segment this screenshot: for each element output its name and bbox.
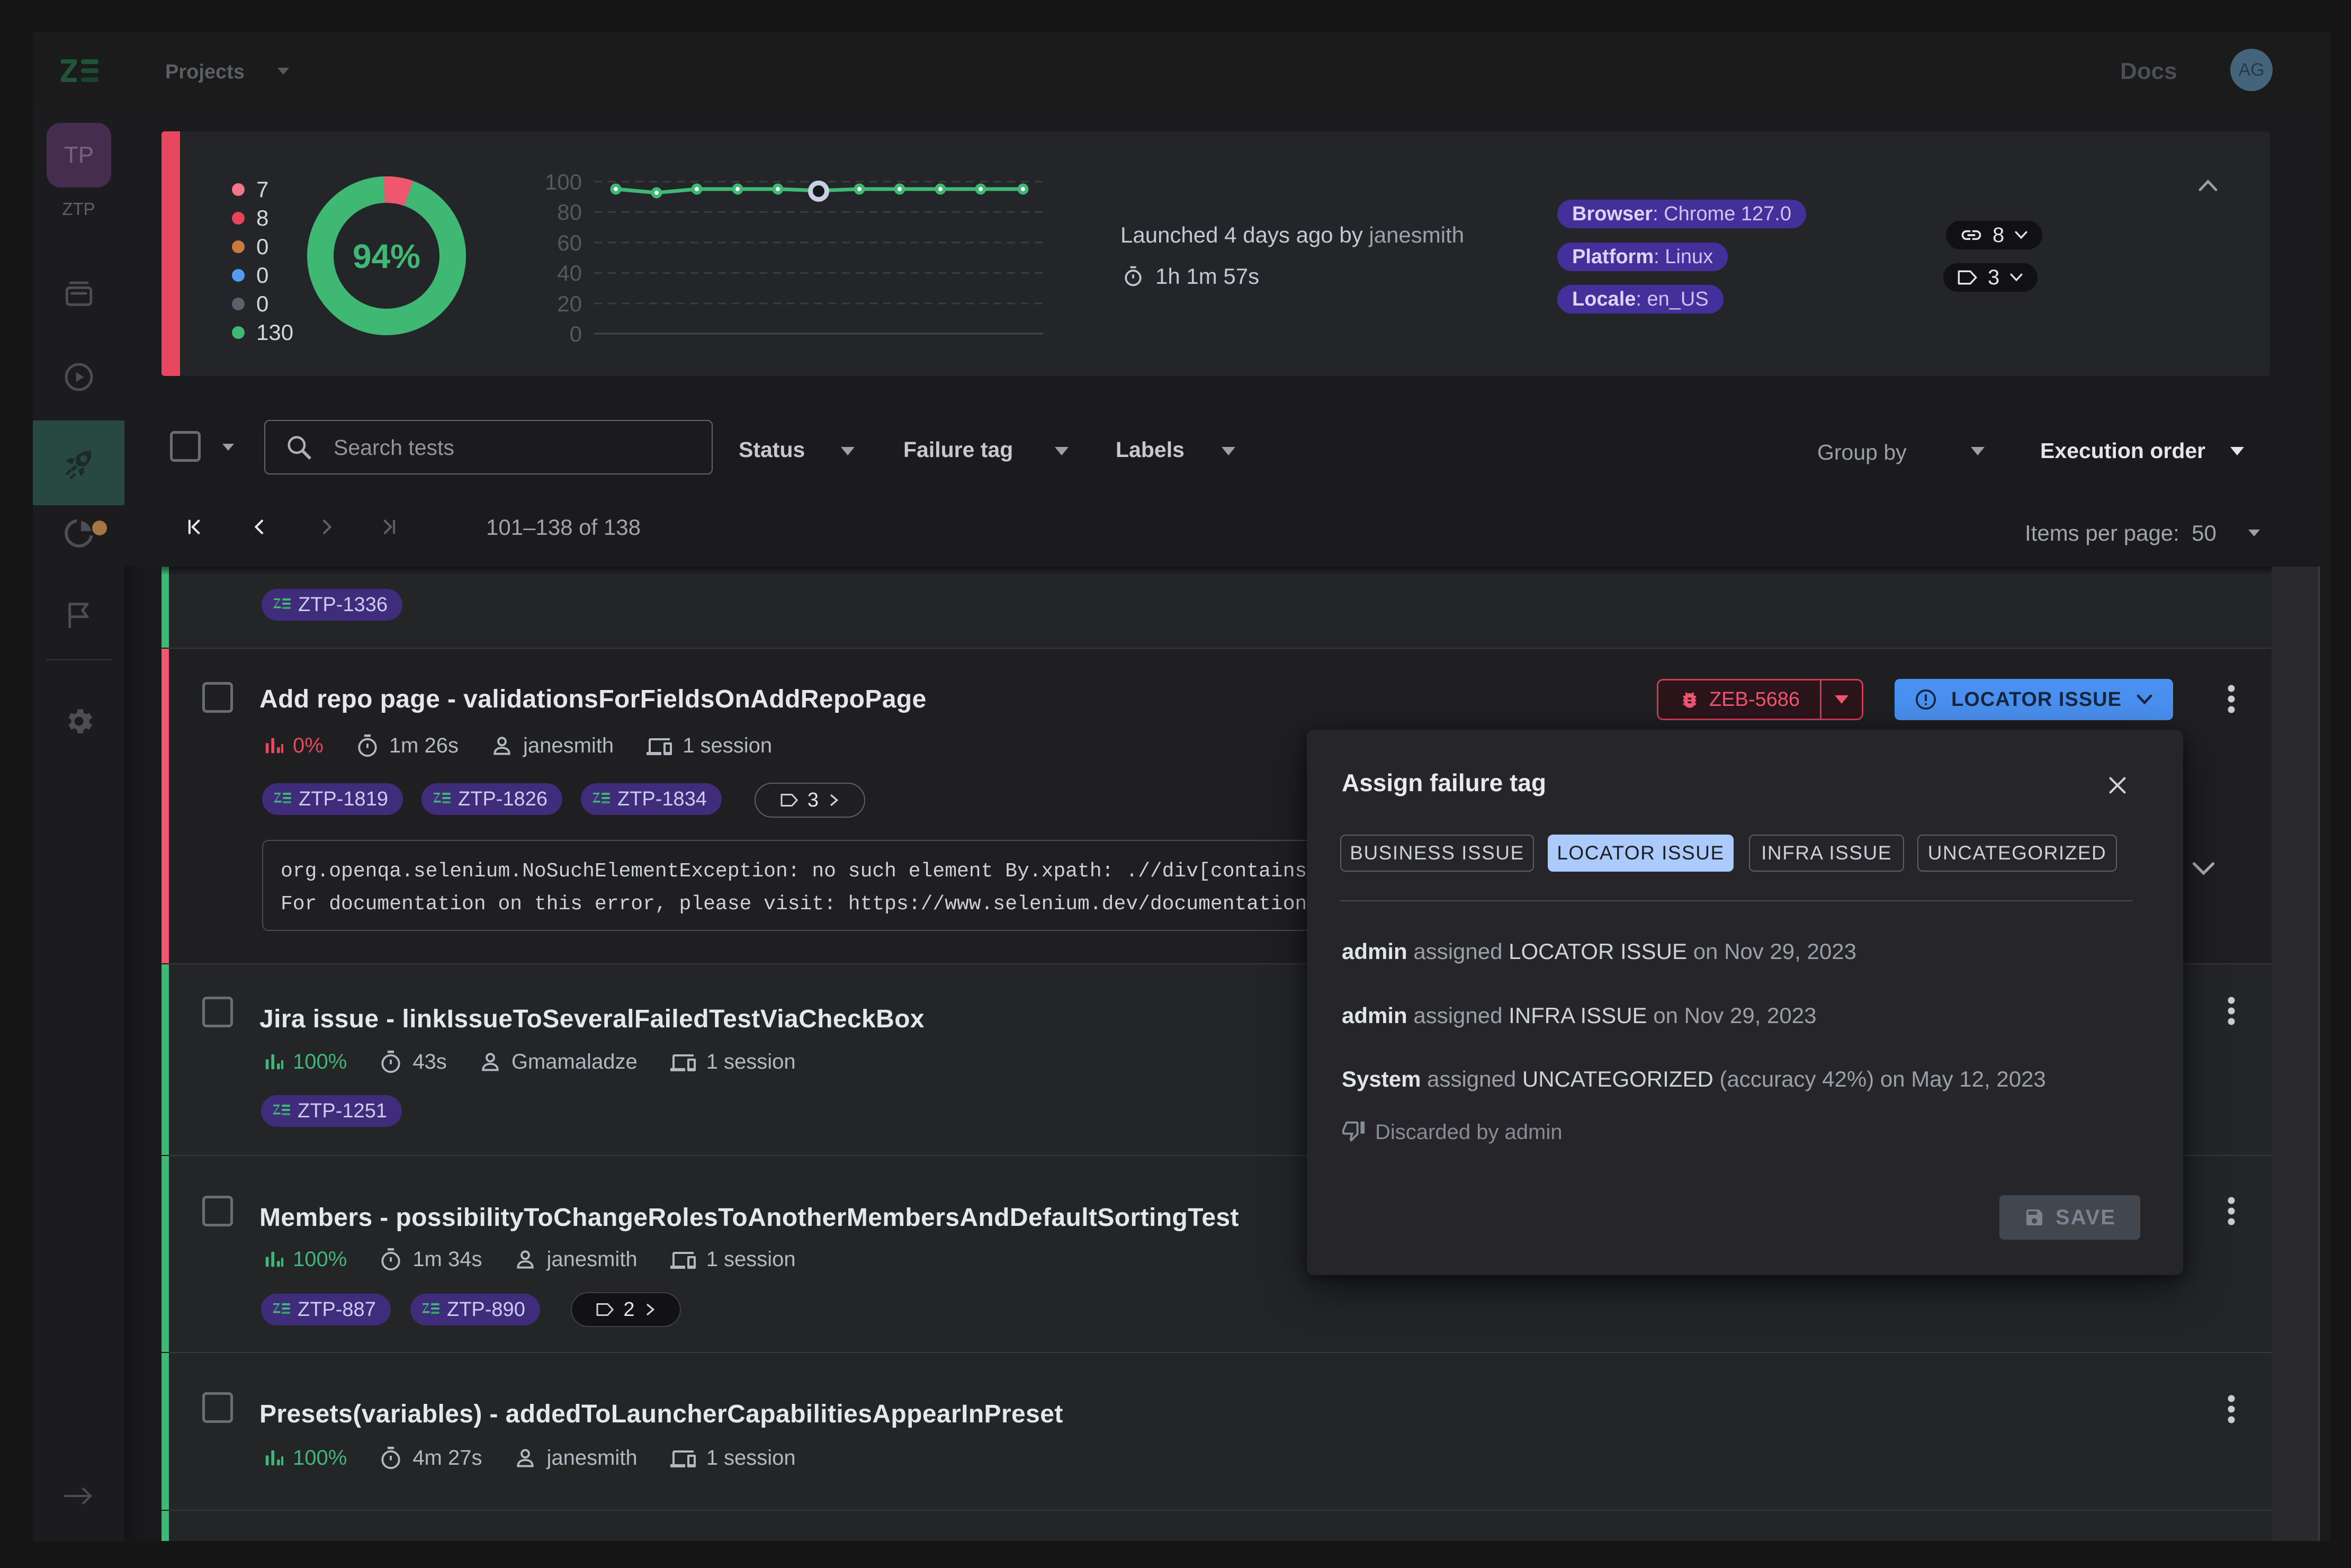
svg-text:80: 80 [557,200,582,225]
svg-text:0: 0 [570,321,582,346]
svg-text:20: 20 [557,291,582,316]
svg-text:40: 40 [557,261,582,285]
svg-text:60: 60 [557,230,582,255]
svg-text:100: 100 [545,169,582,194]
svg-text:94%: 94% [353,237,420,275]
